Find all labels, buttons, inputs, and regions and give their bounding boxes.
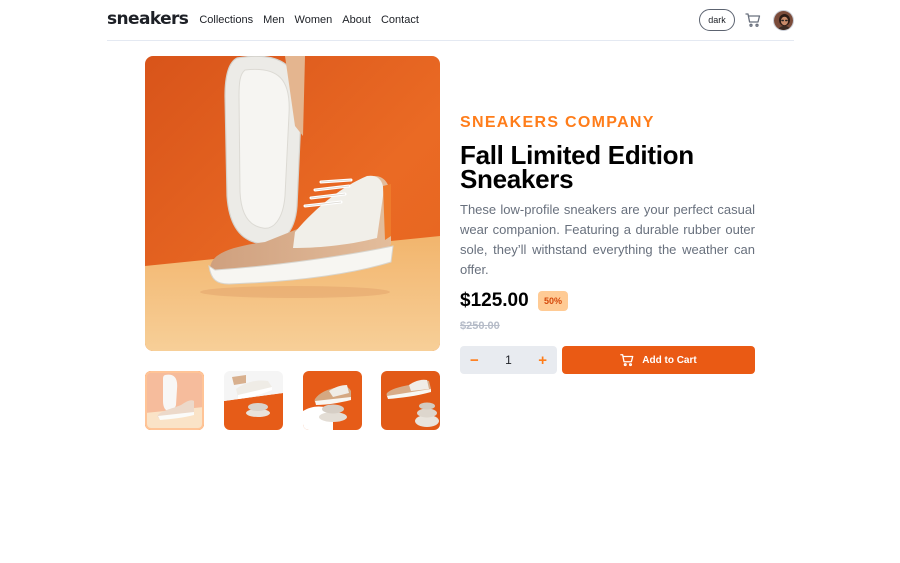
current-price: $125.00 bbox=[460, 290, 529, 311]
decrement-button[interactable]: − bbox=[470, 353, 479, 368]
theme-toggle-button[interactable]: dark bbox=[699, 9, 735, 31]
nav-link-collections[interactable]: Collections bbox=[199, 14, 253, 26]
cart-icon[interactable] bbox=[745, 12, 761, 28]
nav-link-about[interactable]: About bbox=[342, 14, 371, 26]
main-nav: Collections Men Women About Contact bbox=[199, 14, 419, 26]
header-actions: dark bbox=[699, 9, 794, 31]
product-description: These low-profile sneakers are your perf… bbox=[460, 202, 755, 277]
add-to-cart-button[interactable]: Add to Cart bbox=[562, 346, 755, 374]
site-header: sneakers Collections Men Women About Con… bbox=[107, 0, 794, 41]
product-thumbnail-3[interactable] bbox=[303, 371, 362, 430]
quantity-value: 1 bbox=[505, 353, 512, 367]
nav-link-women[interactable]: Women bbox=[295, 14, 333, 26]
nav-link-men[interactable]: Men bbox=[263, 14, 284, 26]
user-avatar[interactable] bbox=[773, 9, 794, 31]
discount-badge: 50% bbox=[538, 291, 568, 311]
add-to-cart-label: Add to Cart bbox=[642, 354, 697, 366]
original-price: $250.00 bbox=[460, 320, 500, 332]
site-logo[interactable]: sneakers bbox=[107, 9, 189, 29]
quantity-stepper: − 1 + bbox=[460, 346, 557, 374]
increment-button[interactable]: + bbox=[538, 353, 547, 368]
product-title: Fall Limited Edition Sneakers bbox=[460, 140, 694, 194]
nav-link-contact[interactable]: Contact bbox=[381, 14, 419, 26]
product-thumbnail-4[interactable] bbox=[381, 371, 440, 430]
product-thumbnail-2[interactable] bbox=[224, 371, 283, 430]
product-main-image[interactable] bbox=[145, 56, 440, 351]
product-thumbnail-1[interactable] bbox=[145, 371, 204, 430]
cart-icon bbox=[620, 353, 634, 367]
company-name: SNEAKERS COMPANY bbox=[460, 114, 655, 131]
